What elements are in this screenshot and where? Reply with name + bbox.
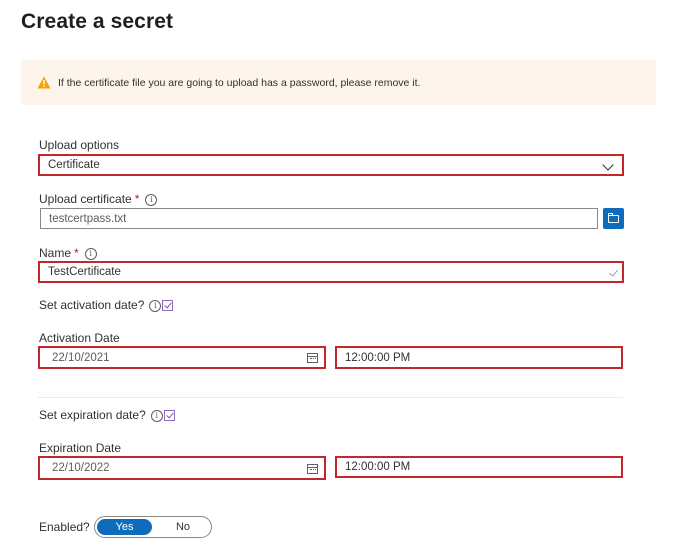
required-marker: * (134, 192, 140, 206)
info-icon[interactable]: i (150, 409, 163, 422)
expiration-checkbox-label: Set expiration date? (39, 408, 146, 422)
activation-checkbox[interactable] (162, 300, 174, 312)
enabled-yes-option[interactable]: Yes (97, 519, 152, 535)
activation-checkbox-label: Set activation date? (39, 298, 145, 312)
expiration-time-input[interactable]: 12:00:00 PM (335, 456, 623, 478)
upload-certificate-label: Upload certificate (39, 192, 132, 206)
name-label: Name (39, 246, 72, 260)
expiration-date-label: Expiration Date (39, 441, 122, 455)
expiration-date-picker[interactable]: 22/10/2022 (38, 456, 326, 480)
warning-icon (37, 76, 51, 89)
upload-options-dropdown[interactable]: Certificate (38, 154, 624, 176)
expiration-date-value: 22/10/2022 (52, 462, 110, 474)
enabled-no-option[interactable]: No (157, 519, 209, 535)
info-icon[interactable]: i (145, 193, 158, 206)
required-marker: * (74, 246, 79, 260)
folder-icon (608, 213, 619, 223)
enabled-label: Enabled? (39, 520, 90, 534)
expiration-checkbox[interactable] (163, 410, 175, 422)
divider (38, 397, 623, 398)
name-value: TestCertificate (48, 266, 121, 278)
chevron-down-icon (602, 159, 614, 171)
activation-time-input[interactable]: 12:00:00 PM (335, 346, 623, 369)
calendar-icon[interactable] (307, 464, 318, 474)
upload-options-label: Upload options (39, 138, 120, 152)
upload-options-value: Certificate (48, 159, 100, 171)
name-input[interactable]: TestCertificate (38, 261, 624, 283)
expiration-time-value: 12:00:00 PM (345, 461, 411, 473)
page-title: Create a secret (21, 10, 174, 33)
info-icon[interactable]: i (149, 299, 162, 312)
info-icon[interactable]: i (84, 247, 97, 260)
activation-date-picker[interactable]: 22/10/2021 (38, 346, 326, 369)
activation-date-label: Activation Date (39, 331, 120, 345)
activation-checkbox-row: Set activation date? i (39, 298, 174, 312)
upload-certificate-label-row: Upload certificate * i (39, 192, 158, 206)
name-label-row: Name * i (39, 246, 97, 260)
browse-file-button[interactable] (603, 208, 624, 229)
enabled-toggle[interactable]: Yes No (94, 516, 212, 538)
activation-date-value: 22/10/2021 (52, 351, 110, 364)
activation-time-value: 12:00:00 PM (345, 351, 411, 364)
calendar-icon[interactable] (307, 353, 318, 363)
expiration-checkbox-row: Set expiration date? i (39, 408, 175, 422)
upload-certificate-input[interactable]: testcertpass.txt (40, 208, 598, 229)
valid-check-icon (609, 267, 618, 277)
warning-banner: If the certificate file you are going to… (21, 60, 656, 105)
warning-text: If the certificate file you are going to… (58, 77, 421, 89)
upload-certificate-value: testcertpass.txt (49, 212, 127, 225)
